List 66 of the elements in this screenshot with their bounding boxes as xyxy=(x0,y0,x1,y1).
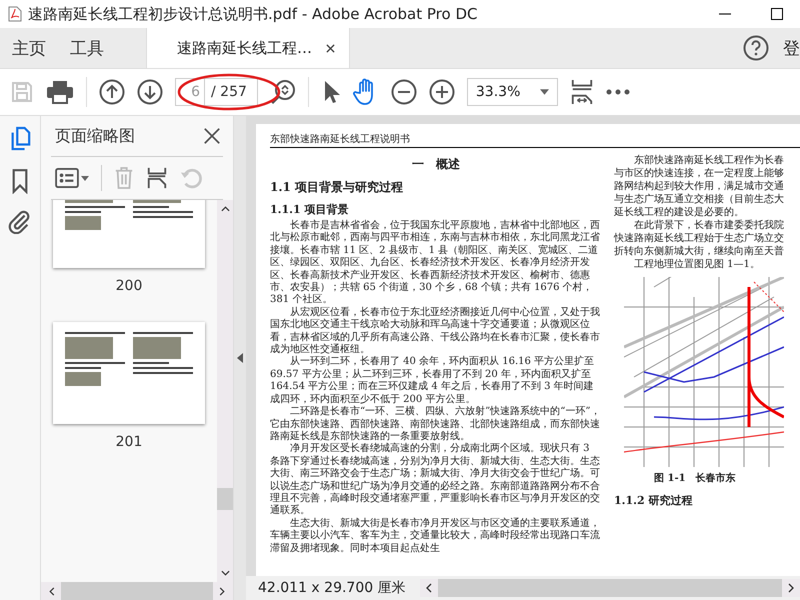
more-icon[interactable] xyxy=(606,89,630,95)
document-tab[interactable]: 速路南延长线工程… xyxy=(146,28,350,68)
page-thumbnail[interactable] xyxy=(53,322,205,424)
subsection-heading: 1.1.2 研究过程 xyxy=(614,493,694,508)
text-line: 路网结构起到较大作用，满足城市交通 xyxy=(614,180,785,193)
text-line: 折转向东侧新城大街，继续向南至天普 xyxy=(614,245,785,258)
arrow-down-circle-icon[interactable] xyxy=(137,79,163,105)
page-total: / 257 xyxy=(205,78,258,106)
text-line: 在此背景下，长春市建委委托我院 xyxy=(633,219,785,232)
body-paragraph: 从一环到二环，长春用了 40 余年，环内面积从 16.16 平方公里扩至 69.57 平方公里；从二环到三环，长春用了不到 20 年，环内面积又扩至 164.54 平方公里；而在三环仅建成 4 年之后，长春用了不到 3 年时间建成四环，环内面积至少不低于 200 平方公里。 xyxy=(270,356,596,406)
text-line: 延长线工程的建设是必要的。 xyxy=(614,206,745,219)
page-number-label: 200 xyxy=(116,278,142,294)
figure-caption: 图 1-1 长春市东 xyxy=(653,471,737,485)
scrollbar[interactable] xyxy=(420,579,800,597)
panel-title: 页面缩略图 xyxy=(55,126,135,146)
text-line: 与生态广场互通立交相接（目前生态大 xyxy=(614,193,785,206)
help-icon[interactable] xyxy=(743,35,769,61)
fit-width-icon[interactable] xyxy=(570,78,594,106)
text-line: 东部快速路南延长线工程作为长春 xyxy=(633,154,785,167)
panel-collapse-handle[interactable] xyxy=(234,116,246,600)
scroll-right-icon[interactable] xyxy=(788,583,794,593)
body-paragraph: 从宏观区位看，长春市位于东北亚经济圈接近几何中心位置，又处于我国东北地区交通主干线京哈大动脉和珲乌高速十字交通要道；从微观区位看，吉林省区域的几乎所有高速公路、干线公路均在长春市汇聚，使长春市成为地区性交通枢纽。 xyxy=(270,306,601,356)
scrollbar[interactable] xyxy=(41,582,233,600)
insert-page-icon[interactable] xyxy=(146,166,168,190)
close-tab-button[interactable] xyxy=(324,42,337,54)
page-size-label: 42.011 x 29.700 厘米 xyxy=(257,579,407,597)
subsection-heading: 1.1.1 项目背景 xyxy=(270,202,350,217)
scrollbar[interactable] xyxy=(217,200,233,582)
list-icon xyxy=(55,168,79,188)
zoom-in-icon[interactable] xyxy=(428,79,455,105)
collapse-left-icon[interactable] xyxy=(237,353,243,363)
sign-in-link[interactable]: 登 xyxy=(783,36,800,60)
scroll-left-icon[interactable] xyxy=(49,586,55,596)
pages-icon[interactable] xyxy=(9,126,31,152)
caret-icon xyxy=(540,89,550,95)
bookmark-icon[interactable] xyxy=(11,168,29,194)
body-paragraph: 生态大街、新城大街是长春市净月开发区与市区交通的主要联系通道，车辆主要以小汽车、客车为主，交通量比较大，高峰时段经常出现路口车流滞留及拥堵现象。同时本项目起点处生 xyxy=(270,518,601,555)
body-paragraph: 二环路是长春市“一环、三横、四纵、六放射”快速路系统中的“一环”，它由东部快速路、西部快速路、南部快速路、北部快速路组成，而东部快速路南延长线是东部快速路的一条重要放射线。 xyxy=(270,406,602,442)
scroll-down-icon[interactable] xyxy=(220,570,230,576)
paperclip-icon[interactable] xyxy=(8,210,32,234)
scrollbar-thumb[interactable] xyxy=(61,582,213,600)
document-tab-label[interactable]: 速路南延长线工程… xyxy=(177,38,312,58)
page-number-label: 201 xyxy=(116,434,142,450)
arrow-up-circle-icon[interactable] xyxy=(99,79,125,105)
body-paragraph: 净月开发区受长春绕城高速的分割，分成南北两个区域。现状只有 3 条路下穿通过长春绕城高速，分别为净月大街、新城大街、生态大街。生态大街、南三环路交会于生态广场；新城大街、净月大街交会于世纪广场。可以说生态广场和世纪广场为净月交通的必经之路。东南部道路路网分布不合理且不完善，高峰时段交通堵塞严重，严重影响长春市区与净月开发区的交通联系。 xyxy=(270,443,601,518)
zoom-out-icon[interactable] xyxy=(390,79,417,105)
chapter-title: 一 概述 xyxy=(411,156,461,173)
text-line: 工程地理位置图见图 1—1。 xyxy=(633,258,761,271)
window-title: 速路南延长线工程初步设计总说明书.pdf - Adobe Acrobat Pro DC xyxy=(28,4,478,24)
scroll-left-icon[interactable] xyxy=(426,583,432,593)
section-heading: 1.1 项目背景与研究过程 xyxy=(270,179,404,196)
zoom-tool-icon[interactable] xyxy=(270,79,296,105)
pdf-file-icon xyxy=(8,6,22,22)
text-line: 快速路南延长线工程始于生态广场立交 xyxy=(614,232,785,245)
close-icon[interactable] xyxy=(203,127,221,145)
body-paragraph: 长春市是吉林省省会，位于我国东北平原腹地，吉林省中北部地区，西北与松原市毗邻，西南与四平市相连，东南与吉林市相依，东北同黑龙江省接壤。长春市辖 11 区、2 县级市、1 县（朝阳区、南关区、宽城区、二道区、绿园区、双阳区、九台区、长春经济技术开发区、长春净月经济开发区、长春高新技术产业开发区、长春西新经济技术开发区、榆树市、德惠市、农安县）；共辖 65 个街道，30 个乡，68 个镇；共有 1676 个村，381 个社区。 xyxy=(270,220,601,306)
caret-icon xyxy=(81,176,89,180)
print-icon[interactable] xyxy=(46,79,74,105)
text-line: 与市区的快速连接，在一定程度上能够 xyxy=(614,167,785,180)
scroll-right-icon[interactable] xyxy=(219,586,225,596)
scroll-up-icon[interactable] xyxy=(220,206,230,212)
zoom-dropdown[interactable]: 33.3% xyxy=(466,78,558,106)
thumbnail-options-button[interactable] xyxy=(55,168,89,188)
scrollbar-thumb[interactable] xyxy=(217,488,233,510)
maximize-icon[interactable] xyxy=(771,8,783,20)
running-header: 东部快速路南延长线工程说明书 xyxy=(270,134,410,145)
